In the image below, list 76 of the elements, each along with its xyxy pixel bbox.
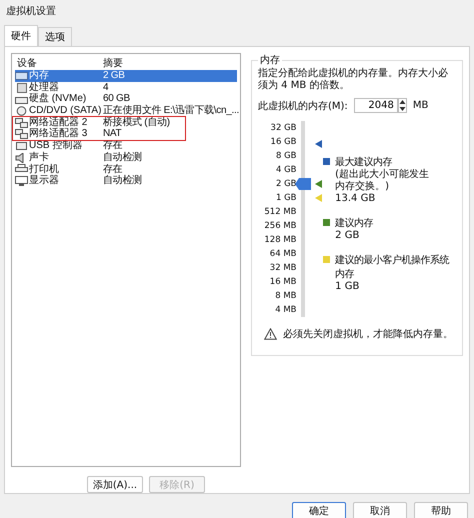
tab[interactable]: 硬件	[4, 25, 38, 46]
unit-label: MB	[412, 100, 428, 111]
legend-value: 1 GB	[334, 281, 360, 293]
column-header: 摘要	[103, 56, 123, 70]
device-summary: 桥接模式 (自动)	[103, 116, 171, 128]
device-icon	[15, 82, 28, 93]
legend-label: 建议内存	[335, 216, 374, 230]
device-summary: 2 GB	[103, 70, 126, 82]
dialog-button[interactable]: 确定	[292, 502, 346, 518]
scale-label: 16 MB	[270, 276, 296, 289]
device-row[interactable]: CD/DVD (SATA)正在使用文件 E:\迅雷下载\cn_...	[15, 105, 237, 117]
device-icon	[15, 106, 28, 116]
warning-icon	[264, 328, 277, 340]
device-name: 网络适配器 3	[29, 128, 88, 140]
device-row[interactable]: 显示器 自动检测	[15, 175, 237, 187]
scale-label: 32 MB	[270, 262, 296, 275]
device-icon	[15, 129, 28, 140]
field-label: 此虚拟机的内存(M):	[258, 100, 348, 112]
device-summary: 60 GB	[103, 93, 131, 105]
scale-label: 128 MB	[264, 234, 296, 247]
device-row[interactable]: 处理器 4	[15, 82, 237, 94]
device-row[interactable]: 内存 2 GB	[15, 70, 237, 82]
scale-label: 16 GB	[270, 136, 296, 149]
device-summary: 自动检测	[103, 152, 143, 164]
column-header: 设备	[16, 57, 38, 70]
device-name: 处理器	[29, 82, 59, 93]
scale-label: 64 MB	[270, 248, 296, 261]
description: 指定分配给此虚拟机的内存量。内存大小必须为 4 MB 的倍数。	[258, 68, 449, 92]
device-icon	[15, 176, 28, 186]
device-summary: 正在使用文件 E:\迅雷下载\cn_...	[103, 105, 239, 117]
device-icon	[15, 118, 28, 128]
slider-thumb[interactable]	[295, 178, 312, 190]
device-row[interactable]: 硬盘 (NVMe) 60 GB	[15, 93, 237, 106]
scale-label: 512 MB	[264, 206, 296, 219]
dialog-button[interactable]: 帮助	[414, 502, 468, 518]
device-name: 内存	[29, 70, 49, 82]
device-name: 网络适配器 2	[29, 116, 88, 128]
device-summary: NAT	[103, 128, 122, 140]
device-icon	[15, 70, 28, 81]
device-name: 声卡	[29, 152, 49, 164]
scale-label: 8 MB	[275, 290, 296, 303]
device-summary: 存在	[103, 164, 124, 174]
tab[interactable]: 选项	[38, 27, 72, 46]
device-icon	[15, 164, 28, 174]
device-summary: 存在	[103, 140, 124, 152]
device-icon	[15, 140, 28, 151]
scale-label: 8 GB	[276, 150, 296, 163]
device-name: CD/DVD (SATA)	[29, 105, 102, 117]
scale-label: 32 GB	[270, 122, 296, 135]
scale-label: 2 GB	[276, 178, 296, 191]
device-summary: 4	[103, 82, 110, 94]
spin-button[interactable]	[398, 98, 407, 113]
device-row[interactable]: 声卡 自动检测	[15, 152, 237, 164]
scale-label: 1 GB	[276, 192, 296, 205]
legend-note: (超出此大小可能发生内存交换。)	[334, 169, 430, 193]
memory-field[interactable]: 2048	[354, 98, 398, 113]
device-name: 硬盘 (NVMe)	[29, 93, 86, 106]
device-name: 显示器	[29, 175, 59, 187]
device-row[interactable]: 打印机 存在	[15, 164, 237, 176]
legend-value: 2 GB	[334, 230, 360, 242]
group-title: 内存	[259, 54, 281, 67]
device-row[interactable]: 网络适配器 3 NAT	[15, 128, 237, 140]
device-row[interactable]: 网络适配器 2 桥接模式 (自动)	[15, 116, 237, 128]
device-summary: 自动检测	[103, 175, 143, 187]
window-title: 虚拟机设置	[5, 4, 57, 19]
scale-label: 4 GB	[276, 164, 296, 177]
scale-label: 4 MB	[275, 304, 296, 317]
device-icon	[15, 94, 28, 104]
legend-label: 最大建议内存	[335, 156, 392, 168]
legend-value: 13.4 GB	[334, 193, 376, 205]
scale-label: 256 MB	[264, 220, 296, 233]
legend-label: 建议的最小客户机操作系统内存	[335, 254, 450, 281]
warning-text: 必须先关闭虚拟机，才能降低内存量。	[283, 328, 453, 341]
device-name: 打印机	[29, 164, 59, 175]
list-button[interactable]: 添加(A)...	[87, 476, 143, 493]
dialog-button[interactable]: 取消	[353, 502, 407, 518]
